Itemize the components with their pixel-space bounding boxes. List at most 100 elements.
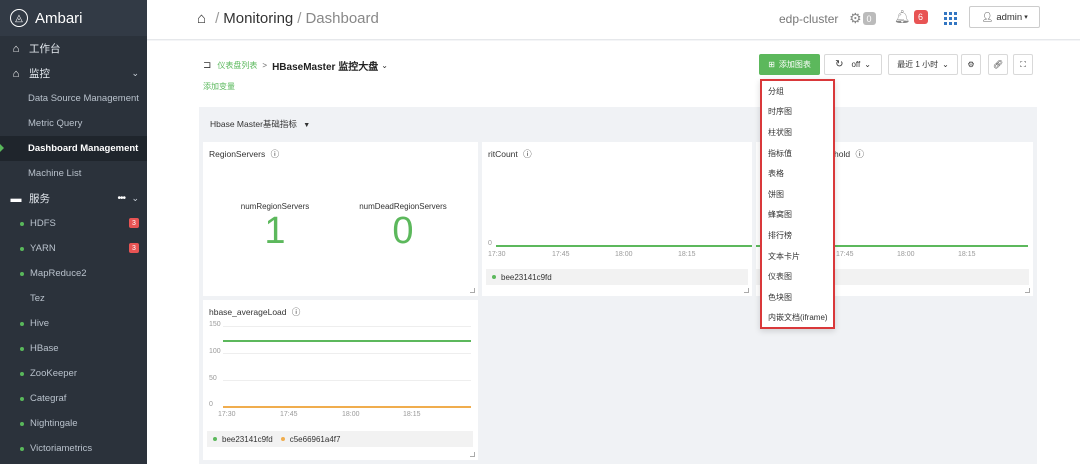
x-tick: 18:00 [342,411,360,418]
refresh-control[interactable]: ↻ off ⌄ [824,54,882,75]
service-label: Tez [30,293,45,304]
stat-value: 1 [264,210,286,252]
home-icon[interactable]: ⌂ [197,10,206,27]
resize-handle[interactable] [744,288,749,293]
service-label: ZooKeeper [30,368,78,379]
sidebar-item-hdfs[interactable]: HDFS 3 [0,211,147,236]
sidebar-item-services[interactable]: ▬ 服务 ••• ⌄ [0,186,147,211]
sidebar-item-label: 监控 [29,68,50,80]
sidebar-item-yarn[interactable]: YARN 3 [0,236,147,261]
status-dot [20,271,24,276]
background-ops[interactable]: ⚙ 0 [849,10,876,27]
series-line [223,406,471,408]
menu-item-iframe[interactable]: 内嵌文档(iframe) [762,308,833,329]
dashboard-title[interactable]: HBaseMaster 监控大盘 [272,58,378,73]
sidebar-item-zookeeper[interactable]: ZooKeeper [0,361,147,386]
dashboard-breadcrumb: ⊐ 仪表盘列表 > HBaseMaster 监控大盘 ⌄ [203,58,388,73]
resize-handle[interactable] [1025,288,1030,293]
alerts[interactable]: 🔔︎ 6 [894,9,928,25]
menu-item-text-card[interactable]: 文本卡片 [762,246,833,267]
service-label: Hive [30,318,50,329]
panel-average-load[interactable]: hbase_averageLoad ⓘ 150 100 50 0 17:30 1… [203,300,478,460]
dashboard-list-link[interactable]: 仪表盘列表 [217,60,257,71]
info-icon[interactable]: ⓘ [855,149,864,159]
status-dot [20,246,24,251]
caret-down-icon: ▾ [1024,14,1028,21]
resize-handle[interactable] [470,452,475,457]
sidebar-item-monitor[interactable]: ⌂ 监控 ⌄ [0,61,147,86]
top-bar: ⌂ / Monitoring / Dashboard edp-cluster ⚙… [147,0,1080,40]
share-link-button[interactable]: 🔗︎ [988,54,1008,75]
add-variable-link[interactable]: 添加变量 [203,81,235,92]
back-icon[interactable]: ⊐ [203,60,211,71]
settings-button[interactable]: ⚙ [961,54,981,75]
info-icon[interactable]: ⓘ [292,307,301,317]
legend-dot [280,437,285,441]
legend-dot [492,275,496,279]
cluster-name[interactable]: edp-cluster [779,12,838,26]
panel-regionservers[interactable]: RegionServers ⓘ numRegionServers 1 numDe… [203,142,478,296]
user-icon: 👤︎ [981,11,994,23]
group-header[interactable]: Hbase Master基础指标 ▼ [210,118,310,130]
y-tick: 50 [209,375,217,382]
home-icon: ⌂ [12,42,20,55]
sidebar-item-label: 服务 [29,193,50,205]
sidebar-item-hive[interactable]: Hive [0,311,147,336]
bell-icon: 🔔︎ [894,9,911,24]
status-dot [20,421,24,426]
sidebar-item-dashboard-management[interactable]: Dashboard Management [0,136,147,161]
more-icon[interactable]: ••• [117,193,125,204]
menu-item-hexbin[interactable]: 蜂窝图 [762,205,833,226]
brand[interactable]: ◬ Ambari [0,0,147,36]
sidebar-item-victoriametrics[interactable]: Victoriametrics [0,436,147,461]
menu-item-group[interactable]: 分组 [762,81,833,102]
sidebar-item-metric-query[interactable]: Metric Query [0,111,147,136]
service-label: Nightingale [30,418,78,429]
x-tick: 17:45 [280,411,298,418]
breadcrumb-root[interactable]: Monitoring [223,10,293,27]
chart-add-icon: ⊞ [768,60,775,69]
menu-item-ranking[interactable]: 排行榜 [762,225,833,246]
menu-item-stat[interactable]: 指标值 [762,143,833,164]
refresh-icon[interactable]: ↻ [835,59,843,70]
legend-label[interactable]: c5e66961a4f7 [290,435,341,444]
service-label: Victoriametrics [30,443,93,454]
x-tick: 17:45 [836,251,854,258]
sidebar-item-data-source-management[interactable]: Data Source Management [0,86,147,111]
resize-handle[interactable] [470,288,475,293]
sidebar-item-machine-list[interactable]: Machine List [0,161,147,186]
sidebar-item-nightingale[interactable]: Nightingale [0,411,147,436]
sidebar-item-hbase[interactable]: HBase [0,336,147,361]
sidebar-item-categraf[interactable]: Categraf [0,386,147,411]
panel-title: RegionServers [209,149,266,159]
menu-item-timeseries[interactable]: 时序图 [762,102,833,123]
menu-item-gauge[interactable]: 仪表图 [762,266,833,287]
time-range-select[interactable]: 最近 1 小时 ⌄ [888,54,958,75]
chevron-down-icon[interactable]: ⌄ [381,61,388,70]
sidebar-item-workbench[interactable]: ⌂ 工作台 [0,36,147,61]
legend-label[interactable]: bee23141c9fd [222,435,273,444]
sidebar: ◬ Ambari ⌂ 工作台 ⌂ 监控 ⌄ Data Source Manage… [0,0,147,464]
fullscreen-button[interactable]: ⛶ [1013,54,1033,75]
menu-item-pie[interactable]: 饼图 [762,184,833,205]
legend-label[interactable]: bee23141c9fd [501,273,552,282]
apps-grid-icon[interactable] [944,12,957,25]
service-label: Categraf [30,393,67,404]
status-dot [20,321,24,326]
sidebar-item-tez[interactable]: Tez [0,286,147,311]
info-icon[interactable]: ⓘ [523,149,532,159]
menu-item-table[interactable]: 表格 [762,163,833,184]
fullscreen-icon: ⛶ [1020,59,1026,69]
sidebar-item-mapreduce2[interactable]: MapReduce2 [0,261,147,286]
add-chart-button[interactable]: ⊞ 添加图表 [759,54,820,75]
series-line [496,245,752,247]
alert-badge: 3 [129,218,139,228]
panel-ritcount[interactable]: ritCount ⓘ 0 17:30 17:45 18:00 18:15 bee… [482,142,752,296]
menu-item-bar-chart[interactable]: 柱状图 [762,122,833,143]
breadcrumb-current: Dashboard [305,10,379,27]
info-icon[interactable]: ⓘ [271,149,280,159]
user-menu-button[interactable]: 👤︎ admin ▾ [969,6,1040,28]
ambari-logo-icon: ◬ [10,9,28,27]
status-dot [20,346,24,351]
menu-item-color-block[interactable]: 色块图 [762,287,833,308]
